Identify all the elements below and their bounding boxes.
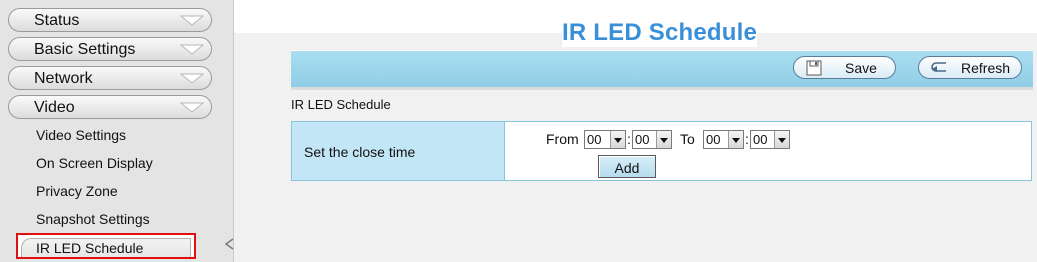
chevron-down-icon	[179, 73, 205, 84]
to-minute-select[interactable]: 00	[750, 130, 790, 149]
to-label: To	[680, 131, 695, 147]
from-hour-select[interactable]: 00	[584, 130, 626, 149]
menu-status[interactable]: Status	[8, 8, 212, 32]
label-cell: Set the close time	[292, 122, 505, 180]
toolbar: Save Refresh	[291, 50, 1033, 88]
menu-label: Video	[34, 99, 75, 116]
add-label: Add	[614, 160, 640, 176]
chevron-down-icon	[179, 15, 205, 26]
to-minute-value: 00	[753, 132, 768, 147]
refresh-button[interactable]: Refresh	[918, 56, 1022, 79]
to-hour-value: 00	[706, 132, 721, 147]
refresh-label: Refresh	[961, 60, 1011, 76]
sidebar: Status Basic Settings Network Video Vide…	[0, 0, 234, 262]
toolbar-divider	[291, 87, 1033, 90]
close-time-row: Set the close time From 00 : 00 To 00 : …	[291, 121, 1032, 181]
menu-video[interactable]: Video	[8, 95, 212, 119]
page-title: IR LED Schedule	[562, 19, 758, 47]
from-label: From	[546, 131, 579, 147]
dropdown-arrow-icon	[728, 131, 743, 148]
floppy-disk-icon	[806, 60, 822, 76]
dropdown-arrow-icon	[774, 131, 789, 148]
menu-basic-settings[interactable]: Basic Settings	[8, 37, 212, 61]
to-hour-select[interactable]: 00	[703, 130, 744, 149]
dropdown-arrow-icon	[656, 131, 671, 148]
menu-network[interactable]: Network	[8, 66, 212, 90]
from-minute-value: 00	[635, 132, 650, 147]
chevron-down-icon	[179, 44, 205, 55]
time-separator: :	[627, 131, 631, 147]
sidebar-item-video-settings[interactable]: Video Settings	[36, 127, 126, 143]
from-hour-value: 00	[587, 132, 602, 147]
from-minute-select[interactable]: 00	[632, 130, 672, 149]
sidebar-item-ir-led-schedule[interactable]: IR LED Schedule	[16, 233, 196, 259]
add-button[interactable]: Add	[598, 155, 656, 178]
sidebar-item-label: IR LED Schedule	[36, 240, 144, 256]
chevron-down-icon	[179, 102, 205, 113]
time-separator: :	[745, 131, 749, 147]
menu-label: Basic Settings	[34, 41, 136, 58]
menu-label: Network	[34, 70, 93, 87]
sidebar-item-snapshot-settings[interactable]: Snapshot Settings	[36, 211, 150, 227]
close-time-label: Set the close time	[304, 144, 416, 160]
collapse-handle-icon[interactable]	[224, 238, 234, 250]
save-button[interactable]: Save	[793, 56, 896, 79]
save-label: Save	[845, 60, 877, 76]
refresh-arrow-icon	[931, 62, 946, 72]
sidebar-item-privacy-zone[interactable]: Privacy Zone	[36, 183, 118, 199]
dropdown-arrow-icon	[610, 131, 625, 148]
section-label: IR LED Schedule	[291, 97, 391, 112]
menu-label: Status	[34, 12, 80, 29]
sidebar-item-on-screen-display[interactable]: On Screen Display	[36, 155, 153, 171]
